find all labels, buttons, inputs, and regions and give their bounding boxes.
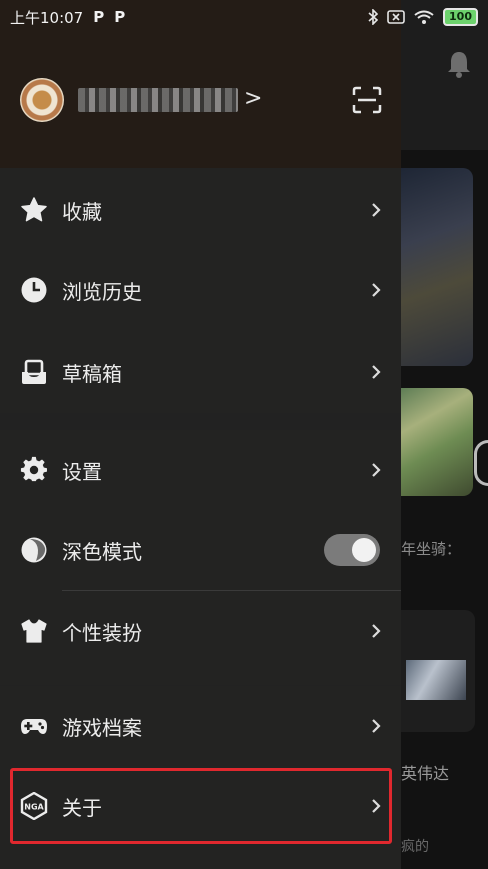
username-blurred[interactable] xyxy=(78,88,238,112)
status-bar: 上午10:07 P P 100 xyxy=(0,0,488,34)
scan-icon[interactable] xyxy=(352,86,382,114)
sim-x-icon xyxy=(387,10,405,24)
menu-item-theme[interactable]: 个性装扮 xyxy=(0,591,401,671)
menu-item-about[interactable]: NGA 关于 xyxy=(0,766,401,846)
menu-item-drafts[interactable]: 草稿箱 xyxy=(0,332,401,412)
battery-icon: 100 xyxy=(443,8,478,26)
inbox-icon xyxy=(22,359,46,384)
menu-item-label: 浏览历史 xyxy=(62,279,142,304)
menu-item-label: 深色模式 xyxy=(62,539,142,564)
bluetooth-icon xyxy=(368,9,379,25)
background-card-image[interactable] xyxy=(401,168,473,366)
chevron-right-icon xyxy=(372,719,381,733)
side-drawer: > 收藏 浏览历史 草稿箱 设置 深色模式 个性装扮 游戏档案 NGA 关于 xyxy=(0,0,401,869)
menu-item-label: 关于 xyxy=(62,795,102,820)
menu-group: 游戏档案 NGA 关于 xyxy=(0,686,401,869)
moon-icon xyxy=(21,537,47,563)
clock-icon xyxy=(21,277,47,303)
star-icon xyxy=(21,197,47,222)
menu-group: 收藏 浏览历史 草稿箱 xyxy=(0,168,401,413)
toggle-knob xyxy=(352,538,376,562)
wifi-icon xyxy=(414,10,434,24)
background-card-image[interactable] xyxy=(401,388,473,496)
gear-icon xyxy=(20,456,47,482)
bell-icon[interactable] xyxy=(446,50,472,78)
background-text: 年坐骑： xyxy=(401,540,462,558)
drawer-edge-handle[interactable] xyxy=(474,440,488,486)
chevron-right-icon xyxy=(372,365,381,379)
menu-item-history[interactable]: 浏览历史 xyxy=(0,250,401,330)
menu-group: 设置 深色模式 个性装扮 xyxy=(0,430,401,685)
menu-item-favorites[interactable]: 收藏 xyxy=(0,170,401,250)
menu-item-label: 草稿箱 xyxy=(62,361,122,386)
chevron-right-icon xyxy=(372,799,381,813)
menu-item-label: 游戏档案 xyxy=(62,715,142,740)
dark-mode-toggle[interactable] xyxy=(324,534,380,566)
background-text: 疯的 xyxy=(401,839,429,855)
menu-item-dark-mode[interactable]: 深色模式 xyxy=(0,510,401,590)
menu-item-settings[interactable]: 设置 xyxy=(0,430,401,510)
profile-arrow[interactable]: > xyxy=(244,86,262,111)
chevron-right-icon xyxy=(372,203,381,217)
chevron-right-icon xyxy=(372,624,381,638)
menu-item-label: 个性装扮 xyxy=(62,620,142,645)
notification-app-icon: P xyxy=(93,8,105,26)
menu-item-label: 收藏 xyxy=(62,199,102,224)
avatar[interactable] xyxy=(20,78,64,122)
background-text: 英伟达 xyxy=(401,764,450,783)
menu-item-label: 设置 xyxy=(62,459,102,484)
status-icons: 100 xyxy=(368,8,478,26)
nga-logo-text: NGA xyxy=(24,803,44,812)
status-time: 上午10:07 xyxy=(10,8,84,27)
gamepad-icon xyxy=(21,719,47,734)
background-card-image xyxy=(406,660,466,700)
notification-app-icon: P xyxy=(114,8,126,26)
chevron-right-icon xyxy=(372,283,381,297)
shirt-icon xyxy=(21,619,47,643)
chevron-right-icon xyxy=(372,463,381,477)
nga-logo-icon: NGA xyxy=(20,792,48,820)
menu-item-game-profile[interactable]: 游戏档案 xyxy=(0,686,401,766)
